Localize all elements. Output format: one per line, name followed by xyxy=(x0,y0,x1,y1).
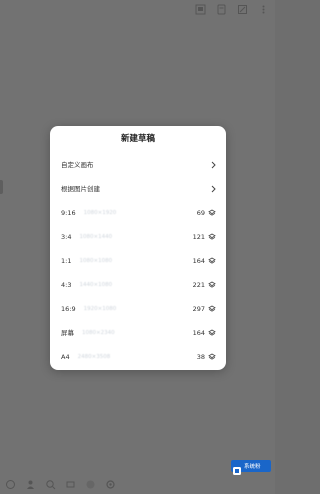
menu-create-from-image[interactable]: 根据图片创建 xyxy=(61,182,216,196)
settings-icon[interactable] xyxy=(104,478,116,490)
preset-row[interactable]: 9:16 1080×1920 69 xyxy=(61,206,216,220)
menu-label: 根据图片创建 xyxy=(61,185,100,193)
preset-ratio: 9:16 xyxy=(61,209,76,217)
more-icon[interactable] xyxy=(257,3,269,15)
layers-icon[interactable] xyxy=(215,3,227,15)
preset-row[interactable]: 1:1 1080×1080 164 xyxy=(61,254,216,268)
preset-count: 38 xyxy=(196,353,205,361)
preset-count: 221 xyxy=(192,281,205,289)
chevron-right-icon xyxy=(210,185,216,193)
lasso-icon[interactable] xyxy=(44,478,56,490)
preset-ratio: 16:9 xyxy=(61,305,76,313)
preset-size: 1440×1080 xyxy=(79,282,113,288)
chevron-right-icon xyxy=(210,161,216,169)
preset-row[interactable]: A4 2480×3508 38 xyxy=(61,350,216,364)
preset-count: 121 xyxy=(192,233,205,241)
preset-row[interactable]: 16:9 1920×1080 297 xyxy=(61,302,216,316)
preset-size: 1080×2340 xyxy=(82,330,115,336)
brush-icon[interactable] xyxy=(236,3,248,15)
layers-icon xyxy=(208,233,216,241)
preset-row[interactable]: 屏幕 1080×2340 164 xyxy=(61,326,216,340)
preset-size: 1080×1440 xyxy=(79,234,113,240)
dialog-title: 新建草稿 xyxy=(120,134,155,144)
preset-ratio: 1:1 xyxy=(61,257,72,265)
layers-icon xyxy=(208,353,216,361)
color-icon[interactable] xyxy=(84,478,96,490)
watermark-text: 系统粉 xyxy=(244,464,261,470)
person-icon[interactable] xyxy=(24,478,36,490)
preset-count: 297 xyxy=(192,305,205,313)
watermark-logo-icon xyxy=(232,461,242,475)
preset-row[interactable]: 4:3 1440×1080 221 xyxy=(61,278,216,292)
layers-icon xyxy=(208,329,216,337)
new-draft-dialog: 新建草稿 自定义画布 根据图片创建 9:16 1080×1920 69 3:4 … xyxy=(50,126,226,370)
preset-ratio: A4 xyxy=(61,353,70,361)
menu-label: 自定义画布 xyxy=(61,161,94,169)
preset-ratio: 屏幕 xyxy=(61,329,74,337)
menu-custom-canvas[interactable]: 自定义画布 xyxy=(61,158,216,172)
preset-row[interactable]: 3:4 1080×1440 121 xyxy=(61,230,216,244)
preset-count: 69 xyxy=(196,209,205,217)
preset-size: 1920×1080 xyxy=(83,306,117,312)
preset-count: 164 xyxy=(192,329,205,337)
preset-size: 2480×3508 xyxy=(77,354,111,360)
preset-ratio: 4:3 xyxy=(61,281,72,289)
bottom-toolbar xyxy=(4,477,116,491)
top-toolbar xyxy=(194,2,269,16)
canvas-icon[interactable] xyxy=(194,3,206,15)
eraser-icon[interactable] xyxy=(64,478,76,490)
layers-icon xyxy=(208,257,216,265)
preset-size: 1080×1920 xyxy=(83,210,117,216)
preset-count: 164 xyxy=(192,257,205,265)
site-watermark: 系统粉 xyxy=(231,460,271,475)
layers-icon xyxy=(208,305,216,313)
undo-icon[interactable] xyxy=(4,478,16,490)
layers-icon xyxy=(208,209,216,217)
layers-icon xyxy=(208,281,216,289)
side-panel-handle[interactable] xyxy=(0,180,3,194)
preset-size: 1080×1080 xyxy=(79,258,113,264)
preset-ratio: 3:4 xyxy=(61,233,72,241)
